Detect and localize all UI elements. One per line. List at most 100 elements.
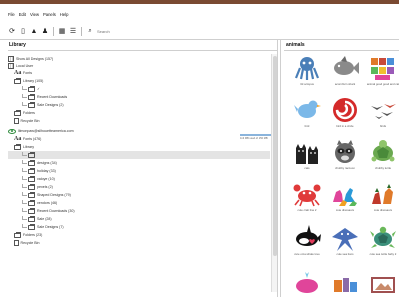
dinos2-design-image [372,184,393,204]
tree-row-label: Fonts (476) [23,137,42,141]
folder-icon [28,216,35,222]
design-thumbnail[interactable] [364,266,399,295]
fish-design-image [334,56,359,75]
tree-connector [22,85,27,90]
design-thumbnail[interactable]: cute sea turtle baby 2 [364,224,399,256]
design-thumbnail-label: cute crab line 2 [297,208,317,212]
design-thumbnail[interactable]: chubby raccoon [326,138,364,170]
menu-panels[interactable]: Panels [43,12,56,17]
library-tree-row[interactable]: Library (105) [8,77,43,85]
folder-icon [28,152,35,158]
grid-view-icon[interactable]: ▦ [58,27,66,35]
library-tree-row[interactable]: holiday (33) [8,167,56,175]
device-icon[interactable]: ▯ [19,27,27,35]
list-view-icon[interactable]: ☰ [69,27,77,35]
library-tree-row[interactable]: Shaped Designs (79) [8,191,71,199]
design-thumbnail[interactable]: 3d octopus [288,54,326,86]
tree-row-label: Sale Designs (7) [37,225,64,229]
design-thumbnail[interactable]: cute crab line 2 [288,180,326,212]
library-tree-row[interactable]: Folders (23) [8,231,42,239]
library-tree-row[interactable]: Recent Downloads [8,93,67,101]
library-tree-row[interactable]: designs (34) [8,159,57,167]
menu-bar: File Edit View Panels Help [0,10,68,18]
library-tree-row[interactable] [8,151,270,159]
turtle-design-image [371,140,395,162]
bird-design-image [294,100,321,118]
library-tree-row[interactable]: lilmonpaw@silhouetteamerica.com [8,127,74,135]
design-thumbnail[interactable]: acorn/fern shark [326,54,364,86]
tree-connector [22,215,27,220]
storage-usage: 113 MB used of 150 MB [240,134,273,140]
library-tree-row[interactable]: ✓ [8,85,40,93]
octopus-design-image [294,57,320,80]
folder-icon [28,200,35,206]
design-thumbnail[interactable] [288,266,326,295]
tree-row-label: Folders (23) [23,233,43,237]
animals-title: animals [286,42,305,48]
library-tree-row[interactable]: Library [8,143,34,151]
design-thumbnail[interactable]: chubby turtle [364,138,399,170]
library-tree-row[interactable]: Sale Designs (2) [8,101,64,109]
menu-edit[interactable]: Edit [19,12,26,17]
search-input[interactable] [97,28,137,34]
pane-divider[interactable] [280,40,281,297]
tree-connector [22,199,27,204]
library-scroll-thumb[interactable] [272,56,277,256]
design-thumbnail[interactable]: cute dinosaurs [326,180,364,212]
design-thumbnail-label: 3d octopus [300,82,314,86]
library-tree-row[interactable]: Recent Downloads (30) [8,207,75,215]
design-thumbnail[interactable] [326,266,364,295]
library-tree-row[interactable]: Aa Fonts (476) [8,135,41,143]
library-tree-row[interactable]: Recycle Bin [8,239,39,247]
design-thumbnail-label: cute sea lions [336,252,354,256]
recycle-bin-icon [14,118,19,124]
design-thumbnail-label: cute dinosaurs [373,208,393,212]
tree-row-label: valoye (10) [37,177,55,181]
tree-row-label: Recycle Bin [20,241,40,245]
design-thumbnail[interactable]: bird [288,96,326,128]
upload-icon[interactable]: ▲ [30,27,38,35]
design-thumbnail[interactable]: cute orca whale love [288,224,326,256]
tree-connector [22,167,27,172]
tree-row-label: Sale Designs (2) [37,103,64,107]
library-tree-row[interactable]: valoye (10) [8,175,55,183]
folder-icon [28,176,35,182]
library-tree-row[interactable]: Sale Designs (7) [8,223,64,231]
library-scrollbar[interactable] [271,54,277,292]
folder-icon [28,208,35,214]
folder-icon [28,168,35,174]
tree-row-label: ✓ [37,87,41,91]
toolbar-separator [53,26,54,36]
library-tree-row[interactable]: Folders [8,109,35,117]
design-thumbnail[interactable]: birds [364,96,399,128]
design-thumbnail[interactable]: cats [288,138,326,170]
folder-icon [28,192,35,198]
animals-title-divider [284,50,399,51]
menu-file[interactable]: File [8,12,15,17]
tree-row-label: Recycle Bin [20,119,40,123]
design-thumbnail[interactable]: cute dinosaurs [364,180,399,212]
library-tree-row[interactable]: Sale (28) [8,215,52,223]
tree-row-label: Recent Downloads (30) [37,209,75,213]
tree-connector [22,183,27,188]
tree-row-label: Library (105) [23,79,44,83]
crab-design-image [293,184,321,207]
design-thumbnail[interactable]: cute sea lions [326,224,364,256]
menu-view[interactable]: View [30,12,39,17]
library-tree-row[interactable]: Recycle Bin [8,117,39,125]
user-icon[interactable]: ♟ [41,27,49,35]
library-tree-row[interactable]: Aa Fonts [8,69,32,77]
library-tree-row[interactable]: vendors (46) [8,199,57,207]
menu-help[interactable]: Help [60,12,69,17]
swirl-design-image [333,98,357,122]
design-thumbnail-label: birds [379,124,387,128]
design-thumbnail-label: acorn/fern shark [334,82,356,86]
library-tree-row[interactable]: pexels (2) [8,183,53,191]
misc-design-image [334,278,357,292]
design-thumbnail[interactable]: animal good good and cat [364,54,399,86]
orca-design-image [296,225,321,246]
sync-icon[interactable]: ⟳ [8,27,16,35]
design-thumbnail[interactable]: bird in a circle [326,96,364,128]
tree-row-label: pexels (2) [37,185,53,189]
tree-row-label: Library [23,145,34,149]
